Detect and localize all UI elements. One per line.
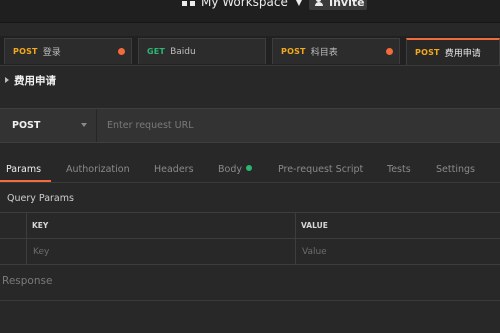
request-tab-strip: POST 登录 GET Baidu POST 科目表 POST 费用申请 — [0, 36, 500, 66]
postman-window: My Workspace ▼ Invite POST 登录 GET Baidu … — [0, 0, 500, 333]
tab-authorization[interactable]: Authorization — [66, 164, 130, 175]
tab-method: POST — [415, 48, 440, 57]
tab-name: 费用申请 — [444, 49, 481, 59]
tab-body[interactable]: Body — [218, 164, 252, 175]
column-header-key: KEY — [32, 221, 49, 230]
caret-right-icon — [5, 77, 9, 83]
column-divider — [295, 213, 296, 264]
unsaved-dot-icon — [386, 48, 393, 55]
param-key-input[interactable] — [33, 243, 288, 261]
tab-settings[interactable]: Settings — [436, 164, 475, 175]
invite-label: Invite — [329, 0, 365, 9]
top-header: My Workspace ▼ Invite — [0, 0, 500, 23]
workspace-title: My Workspace — [201, 0, 288, 9]
tab-method: GET — [147, 47, 166, 56]
tab-prerequest-script[interactable]: Pre-request Script — [278, 164, 363, 175]
unsaved-dot-icon — [118, 48, 125, 55]
param-value-input[interactable] — [302, 243, 492, 261]
tab-name: Baidu — [170, 46, 196, 57]
tab-method: POST — [281, 47, 306, 56]
request-title: 费用申请 — [14, 74, 56, 87]
request-subtabs: Params Authorization Headers Body Pre-re… — [0, 160, 500, 183]
url-bar: POST — [0, 108, 500, 143]
invite-button[interactable]: Invite — [309, 0, 367, 10]
tab-name: 登录 — [42, 48, 61, 58]
request-tab[interactable]: POST 科目表 — [272, 38, 400, 64]
workspace-grid-icon — [182, 0, 195, 6]
request-tab[interactable]: POST 登录 — [4, 38, 132, 64]
table-row — [0, 239, 500, 265]
query-params-table: KEY VALUE — [0, 212, 500, 265]
tab-params[interactable]: Params — [6, 164, 41, 175]
request-tab-active[interactable]: POST 费用申请 — [406, 38, 500, 65]
method-select[interactable]: POST — [0, 109, 97, 142]
method-value: POST — [12, 120, 41, 131]
chevron-down-icon: ▼ — [295, 0, 303, 7]
request-tab[interactable]: GET Baidu — [138, 38, 266, 64]
body-indicator-dot-icon — [245, 165, 252, 171]
tab-headers[interactable]: Headers — [154, 164, 194, 175]
chevron-down-icon — [81, 123, 87, 127]
column-header-value: VALUE — [301, 221, 328, 230]
tab-name: 科目表 — [310, 48, 338, 58]
request-url-input[interactable] — [98, 109, 500, 142]
tab-method: POST — [13, 47, 38, 56]
response-heading: Response — [2, 275, 53, 287]
table-header-row: KEY VALUE — [0, 213, 500, 239]
column-divider — [26, 213, 27, 264]
workspace-switcher[interactable]: My Workspace ▼ — [182, 0, 302, 12]
request-title-row[interactable]: 费用申请 — [5, 72, 56, 88]
divider — [0, 300, 500, 301]
query-params-heading: Query Params — [7, 193, 74, 204]
tab-body-label: Body — [218, 164, 242, 175]
add-user-icon — [315, 0, 325, 6]
active-tab-underline — [0, 180, 51, 182]
tab-tests[interactable]: Tests — [387, 164, 411, 175]
